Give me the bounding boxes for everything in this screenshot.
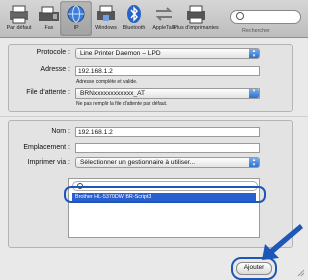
popup-arrows-icon: ▴ ▾ [249, 158, 259, 167]
toolbar-item-more-printers[interactable]: Plus d'imprimantes [172, 1, 220, 36]
toolbar-label: IP [73, 25, 79, 31]
protocol-value: Line Printer Daemon – LPD [80, 50, 161, 57]
default-printer-icon [10, 5, 28, 24]
print-using-value: Sélectionner un gestionnaire à utiliser.… [80, 159, 196, 166]
ip-globe-icon [67, 5, 85, 23]
search-input[interactable] [230, 10, 301, 24]
toolbar-item-default[interactable]: Par défaut [3, 1, 35, 36]
search-label: Rechercher [242, 28, 270, 34]
toolbar: Par défaut Fax IP Windows Bluetooth Appl… [0, 0, 308, 38]
toolbar-label: Par défaut [6, 25, 32, 31]
pointer-arrow-icon [262, 224, 303, 260]
fax-icon [39, 6, 59, 21]
divider [0, 116, 308, 117]
queue-combo[interactable]: BRNxxxxxxxxxxxx_AT ▾ [75, 88, 260, 99]
printer-dialog-window: Par défaut Fax IP Windows Bluetooth Appl… [0, 0, 308, 280]
address-label: Adresse : [40, 66, 70, 73]
toolbar-item-ip[interactable]: IP [60, 1, 92, 36]
print-using-label: Imprimer via : [27, 159, 70, 166]
more-printers-icon [187, 5, 205, 24]
bluetooth-icon [127, 5, 141, 23]
resize-grip-icon[interactable] [297, 269, 305, 277]
location-label: Emplacement : [23, 144, 70, 151]
toolbar-item-bluetooth[interactable]: Bluetooth [118, 1, 150, 36]
name-field[interactable]: 192.168.1.2 [75, 127, 260, 137]
queue-value: BRNxxxxxxxxxxxx_AT [80, 90, 146, 97]
print-using-popup[interactable]: Sélectionner un gestionnaire à utiliser.… [75, 157, 260, 168]
address-hint: Adresse complète et valide. [76, 79, 138, 85]
popup-arrows-icon: ▴ ▾ [249, 49, 259, 58]
add-button[interactable]: Ajouter [236, 262, 272, 275]
queue-label: File d'attente : [26, 89, 70, 96]
name-label: Nom : [51, 128, 70, 135]
queue-hint: Ne pas remplir la file d'attente par déf… [76, 101, 168, 107]
protocol-popup[interactable]: Line Printer Daemon – LPD ▴ ▾ [75, 48, 260, 59]
address-field[interactable]: 192.168.1.2 [75, 66, 260, 76]
protocol-label: Protocole : [36, 49, 70, 56]
toolbar-label: Bluetooth [122, 25, 146, 31]
search-icon [236, 12, 244, 20]
combo-arrow-icon: ▾ [249, 89, 259, 98]
location-field[interactable] [75, 143, 260, 153]
windows-printer-icon [97, 5, 115, 21]
toolbar-label: Plus d'imprimantes [173, 25, 219, 31]
selection-highlight-ring [64, 186, 266, 203]
